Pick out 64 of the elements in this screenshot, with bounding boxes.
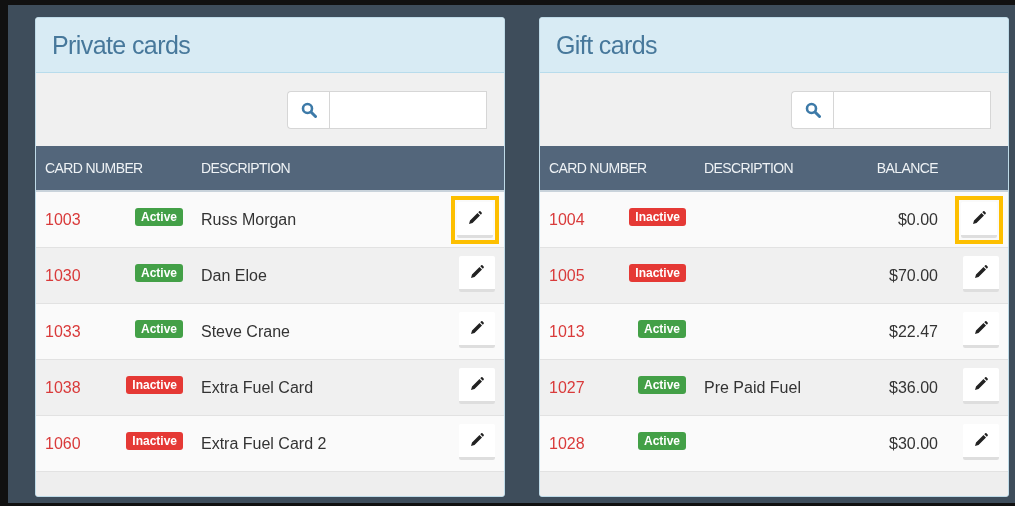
search-field[interactable] [833,90,991,129]
pencil-icon [470,321,484,335]
column-header: CARD NUMBER [45,160,144,176]
search-button[interactable] [791,90,833,129]
edit-button[interactable] [963,423,999,460]
card-number: 1038 [45,378,82,397]
status-badge: Inactive [126,431,183,450]
pencil-icon [974,321,988,335]
edit-button[interactable] [963,255,999,292]
pencil-icon [470,265,484,279]
edit-button[interactable] [459,367,495,404]
pencil-icon [470,433,484,447]
status-badge: Active [134,263,183,282]
status-badge: Active [637,431,686,450]
card-number: 1003 [45,210,82,229]
panel-title: Private cards [52,30,191,60]
column-header: DESCRIPTION [704,160,795,176]
status-badge: Inactive [126,375,183,394]
status-badge: Active [637,375,686,394]
edit-button[interactable] [961,201,997,238]
description-text: Pre Paid Fuel [704,378,802,397]
balance-amount: $30.00 [888,434,938,453]
status-badge: Active [637,319,686,338]
edit-button[interactable] [459,311,495,348]
balance-amount: $36.00 [888,378,938,397]
pencil-icon [470,377,484,391]
status-badge: Active [134,319,183,338]
panel-title: Gift cards [556,30,657,60]
pencil-icon [974,265,988,279]
status-badge: Inactive [629,263,686,282]
status-badge: Active [134,207,183,226]
card-number: 1060 [45,434,82,453]
balance-amount: $22.47 [888,322,938,341]
column-header: BALANCE [875,160,938,176]
description-text: Dan Eloe [201,266,268,285]
pencil-icon [974,433,988,447]
edit-button[interactable] [963,367,999,404]
description-text: Extra Fuel Card 2 [201,434,328,453]
description-text: Extra Fuel Card [201,378,315,397]
search-field[interactable] [329,90,487,129]
search-icon [300,101,317,118]
description-text: Steve Crane [201,322,291,341]
search-button[interactable] [287,90,329,129]
card-number: 1033 [45,322,82,341]
pencil-icon [974,377,988,391]
edit-button[interactable] [459,255,495,292]
pencil-icon [972,211,986,225]
pencil-icon [468,211,482,225]
column-header: CARD NUMBER [549,160,648,176]
balance-amount: $0.00 [896,210,938,229]
search-icon [804,101,821,118]
card-number: 1004 [549,210,586,229]
edit-button[interactable] [963,311,999,348]
column-header: DESCRIPTION [201,160,292,176]
edit-button[interactable] [457,201,493,238]
card-number: 1005 [549,266,586,285]
status-badge: Inactive [629,207,686,226]
edit-button[interactable] [459,423,495,460]
card-number: 1030 [45,266,82,285]
balance-amount: $70.00 [888,266,938,285]
card-number: 1028 [549,434,586,453]
card-number: 1027 [549,378,586,397]
card-number: 1013 [549,322,586,341]
description-text: Russ Morgan [201,210,298,229]
